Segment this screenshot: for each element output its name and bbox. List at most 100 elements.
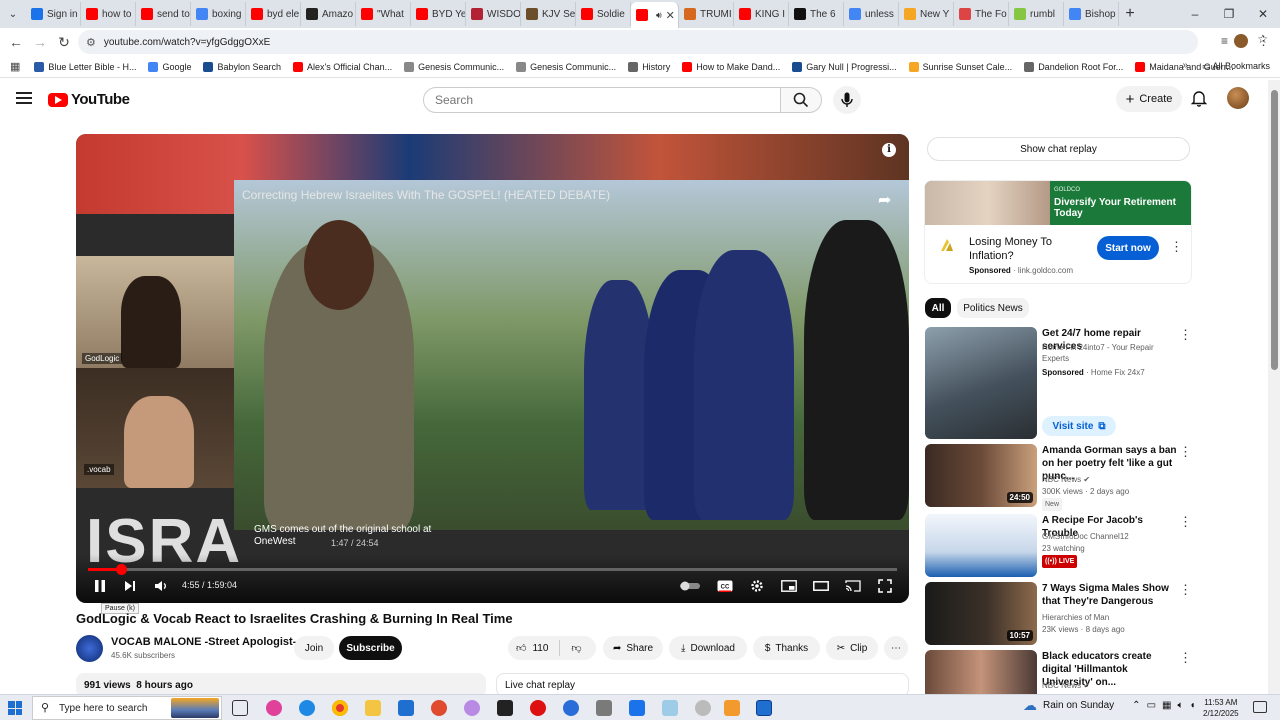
next-button[interactable] [122, 577, 138, 595]
search-button[interactable] [780, 87, 822, 113]
app-icon[interactable] [431, 700, 447, 716]
volume-tray-icon[interactable]: 🔈︎ [1177, 700, 1183, 711]
back-icon[interactable]: ← [4, 34, 28, 50]
browser-tab[interactable]: Bishop [1064, 2, 1119, 26]
channel-avatar[interactable] [76, 635, 103, 662]
taskbar-clock[interactable]: 11:53 AM 2/12/2025 [1203, 697, 1239, 719]
forward-icon[interactable]: → [28, 34, 52, 50]
recommendation-item[interactable]: 24:50 Amanda Gorman says a ban on her po… [925, 444, 1192, 511]
volume-button[interactable] [153, 577, 169, 595]
voice-search-button[interactable] [833, 86, 861, 114]
opera-icon[interactable] [530, 700, 546, 716]
subtitles-button[interactable]: CC [716, 577, 734, 595]
maximize-icon[interactable]: ❐ [1212, 0, 1246, 28]
reload-icon[interactable]: ↻ [52, 34, 76, 51]
chip-all[interactable]: All [925, 298, 951, 318]
recommendation-thumbnail[interactable]: 24:50 [925, 444, 1037, 507]
app-tray-icon[interactable]: ▭ [1147, 700, 1156, 711]
minimize-icon[interactable]: – [1178, 0, 1212, 28]
ad-more-icon[interactable]: ⋮ [1170, 239, 1183, 255]
share-overlay-icon[interactable]: ➦ [878, 190, 891, 210]
recommendation-item[interactable]: A Recipe For Jacob's Trouble GMSInfoDoc … [925, 514, 1192, 578]
bookmark-item[interactable]: Gary Null | Progressi... [792, 61, 897, 72]
settings-button[interactable] [748, 577, 766, 595]
browser-tab[interactable]: The Fo [954, 2, 1009, 26]
bookmark-item[interactable]: Google [148, 61, 191, 72]
recommendation-more-icon[interactable]: ⋮ [1179, 514, 1192, 530]
browser-tab[interactable]: KING I [734, 2, 789, 26]
browser-tab[interactable]: boxing [191, 2, 246, 26]
ad-card[interactable]: GOLDCO Diversify Your Retirement Today L… [924, 180, 1192, 284]
mail-icon[interactable] [398, 700, 414, 716]
ad-banner[interactable]: GOLDCO Diversify Your Retirement Today [925, 181, 1191, 225]
app-icon[interactable] [596, 700, 612, 716]
browser-tab[interactable]: BYD Ye [411, 2, 466, 26]
app-icon[interactable] [497, 700, 513, 716]
reading-list-icon[interactable]: ≡ [1221, 34, 1228, 48]
bookmark-item[interactable]: Sunrise Sunset Cale... [908, 61, 1012, 72]
youtube-logo[interactable]: YouTube [48, 91, 130, 108]
autoplay-toggle[interactable] [678, 577, 702, 595]
speaker-icon[interactable]: ◖ [1189, 700, 1195, 711]
recommendation-more-icon[interactable]: ⋮ [1179, 327, 1192, 343]
browser-tab[interactable]: unless [844, 2, 899, 26]
browser-tab[interactable]: Soldie [576, 2, 631, 26]
browser-tab[interactable]: how to [81, 2, 136, 26]
bookmark-item[interactable]: Blue Letter Bible - H... [34, 61, 136, 72]
video-player[interactable]: GodLogic .vocab ISRA Correcting Hebrew I… [76, 134, 909, 603]
browser-tab[interactable]: rumbl [1009, 2, 1064, 26]
browser-tab[interactable]: byd ele [246, 2, 301, 26]
share-button[interactable]: ➦ Share [603, 636, 663, 660]
recommendation-thumbnail[interactable]: 10:57 [925, 582, 1037, 645]
app-icon[interactable] [756, 700, 772, 716]
miniplayer-button[interactable] [780, 577, 798, 595]
tab-active[interactable]: 🔊︎ ✕ [631, 2, 679, 28]
show-chat-replay-button[interactable]: Show chat replay [927, 137, 1190, 161]
browser-tab[interactable]: WISDO [466, 2, 521, 26]
thanks-button[interactable]: $ Thanks [753, 636, 820, 660]
browser-tab[interactable]: send to [136, 2, 191, 26]
recommendation-more-icon[interactable]: ⋮ [1179, 582, 1192, 598]
scrollbar-thumb[interactable] [1271, 90, 1278, 370]
recommendation-thumbnail[interactable] [925, 650, 1037, 694]
recommendation-thumbnail[interactable] [925, 514, 1037, 577]
browser-tab[interactable]: "What [356, 2, 411, 26]
all-bookmarks-button[interactable]: ▭ All Bookmarks [1202, 61, 1270, 72]
bookmark-item[interactable]: Genesis Communic... [516, 61, 616, 72]
audio-playing-icon[interactable]: 🔊︎ [656, 10, 662, 21]
bookmark-item[interactable]: Genesis Communic... [404, 61, 504, 72]
close-tab-icon[interactable]: ✕ [666, 9, 675, 22]
edge-icon[interactable] [299, 700, 315, 716]
task-view-icon[interactable] [232, 700, 248, 716]
calculator-icon[interactable] [724, 700, 740, 716]
recommendation-more-icon[interactable]: ⋮ [1179, 650, 1192, 666]
bookmark-item[interactable]: Dandelion Root For... [1024, 61, 1123, 72]
recommendation-thumbnail[interactable] [925, 327, 1037, 439]
new-tab-button[interactable]: + [1119, 5, 1141, 23]
notifications-button[interactable] [1190, 90, 1208, 112]
browser-menu-icon[interactable]: ⋮ [1257, 33, 1270, 49]
browser-tab[interactable]: TRUMI [679, 2, 734, 26]
browser-tab[interactable]: New Y [899, 2, 954, 26]
start-now-button[interactable]: Start now [1097, 236, 1159, 260]
chip-politics-news[interactable]: Politics News [957, 298, 1029, 318]
account-avatar[interactable] [1227, 87, 1249, 109]
recommendation-item[interactable]: 10:57 7 Ways Sigma Males Show that They'… [925, 582, 1192, 646]
create-button[interactable]: + Create [1116, 86, 1182, 112]
app-icon[interactable] [662, 700, 678, 716]
download-button[interactable]: ⤓ Download [669, 636, 747, 660]
browser-profile-avatar[interactable] [1234, 34, 1248, 48]
close-window-icon[interactable]: ✕ [1246, 0, 1280, 28]
network-icon[interactable]: ▦ [1162, 700, 1171, 711]
taskbar-search[interactable]: ⚲ Type here to search [32, 696, 222, 720]
bookmark-item[interactable]: How to Make Dand... [682, 61, 780, 72]
browser-tab[interactable]: Sign in [26, 2, 81, 26]
site-info-icon[interactable]: ⚙ [86, 36, 96, 49]
copilot-icon[interactable] [266, 700, 282, 716]
info-icon[interactable]: i [882, 143, 896, 157]
recommendation-item[interactable]: Black educators create digital 'Hillmant… [925, 650, 1192, 694]
browser-tab[interactable]: The 6 [789, 2, 844, 26]
browser-tab[interactable]: Amazo [301, 2, 356, 26]
cast-button[interactable] [844, 577, 862, 595]
bookmark-item[interactable]: History [628, 61, 670, 72]
